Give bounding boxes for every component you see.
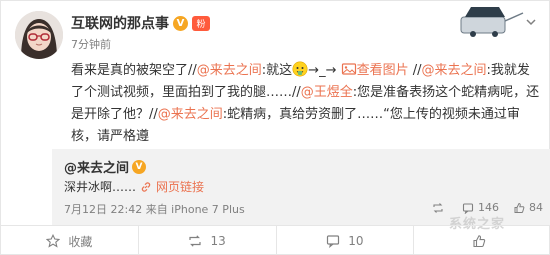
post-text-segment: 看来是真的被架空了// (71, 63, 197, 78)
repost-like-count: 84 (529, 201, 543, 214)
verified-badge-icon: V (132, 159, 147, 174)
mention-link[interactable]: @来去之间 (158, 107, 223, 122)
like-icon (514, 202, 525, 213)
repost-forward-stat[interactable] (432, 202, 448, 214)
repost-count: 13 (210, 234, 226, 248)
decoration-cartoon-icon (460, 7, 524, 37)
collect-label: 收藏 (68, 234, 93, 249)
author-row: 互联网的那点事 V 粉 (71, 13, 210, 33)
fans-badge-icon[interactable]: 粉 (192, 15, 210, 31)
link-icon[interactable] (140, 181, 152, 193)
mention-link[interactable]: @来去之间 (422, 63, 487, 78)
avatar[interactable] (15, 11, 63, 59)
post-text: 看来是真的被架空了//@来去之间:就这 →_→ 查看图片 //@来去之间:我就发了… (71, 60, 541, 148)
comment-icon (327, 235, 340, 248)
collect-button[interactable]: 收藏 (1, 226, 139, 255)
like-button[interactable] (414, 226, 550, 255)
repost-icon (189, 235, 202, 247)
mention-link[interactable]: @来去之间 (197, 63, 262, 78)
comment-icon (462, 202, 474, 214)
repost-user-name[interactable]: @来去之间 (64, 157, 129, 176)
avatar-image (15, 11, 63, 59)
like-icon (473, 235, 485, 248)
weibo-card: 互联网的那点事 V 粉 7分钟前 看来是真的被架空了//@来去之间:就这 →_→ … (0, 0, 550, 255)
repost-icon (433, 202, 443, 213)
chevron-down-icon[interactable] (524, 15, 538, 29)
repost-user-row: @来去之间 V (64, 157, 147, 176)
repost-text-row: 深井冰啊…… 网页链接 (64, 178, 204, 195)
repost-time[interactable]: 7月12日 22:42 来自 iPhone 7 Plus (64, 201, 245, 217)
author-name[interactable]: 互联网的那点事 (71, 13, 169, 33)
view-image-link[interactable]: 查看图片 (357, 63, 409, 78)
verified-badge-icon[interactable]: V (173, 15, 188, 31)
web-link[interactable]: 网页链接 (156, 178, 204, 195)
repost-text: 深井冰啊…… (64, 180, 137, 194)
repost-like-stat[interactable]: 84 (513, 201, 543, 214)
image-link-icon[interactable] (341, 61, 357, 77)
comment-count: 10 (348, 234, 364, 248)
repost-button[interactable]: 13 (139, 226, 277, 255)
post-text-segment: :就这 (261, 63, 293, 78)
post-text-segment: // (408, 63, 422, 78)
comment-button[interactable]: 10 (277, 226, 415, 255)
mention-link[interactable]: @王煜全 (301, 85, 353, 100)
action-bar: 收藏 13 10 (1, 225, 550, 255)
emoji-icon (292, 61, 308, 77)
post-text-segment: →_→ (308, 63, 341, 78)
post-time[interactable]: 7分钟前 (71, 36, 111, 52)
star-icon (46, 234, 61, 248)
